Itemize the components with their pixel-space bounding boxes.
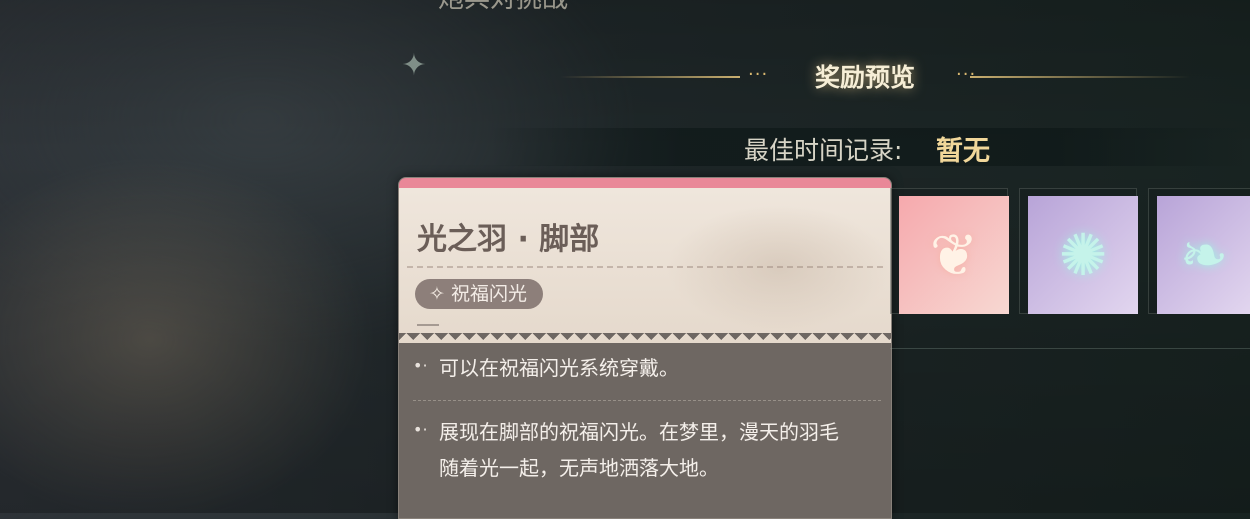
zigzag-edge [399, 333, 891, 343]
item-description-3: 随着光一起，无声地洒落大地。 [439, 456, 719, 480]
item-detail-card: 光之羽 · 脚部 ✧ 祝福闪光 •· 可以在祝福闪光系统穿戴。 •· 展现在脚部的… [398, 177, 892, 519]
reward-slot[interactable]: ❧ [1148, 188, 1250, 314]
reward-preview-header: ··· 奖励预览 ··· [560, 58, 1200, 96]
reward-item-feather[interactable]: ❦ [899, 196, 1009, 314]
reward-slot[interactable]: ✺ [1019, 188, 1138, 314]
item-name: 光之羽 · 脚部 [417, 222, 600, 257]
feather-icon: ❦ [929, 221, 979, 289]
item-card-header: 光之羽 · 脚部 ✧ 祝福闪光 [399, 188, 891, 343]
dandelion-icon: ✺ [1058, 221, 1108, 289]
rarity-strip [399, 178, 891, 188]
best-time-record-bar: 最佳时间记录: 暂无 [490, 128, 1250, 167]
star-sparkle-icon: ✦ [401, 48, 427, 83]
page-title-partial: 炮兵对挑战 [438, 0, 568, 15]
header-dots-right: ··· [956, 64, 977, 85]
reward-preview-title: 奖励预览 [814, 63, 915, 92]
header-dots-left: ··· [748, 64, 769, 85]
reward-item-dandelion[interactable]: ✺ [1028, 196, 1138, 314]
description-divider [413, 400, 881, 401]
small-divider [417, 324, 439, 326]
header-dashed-divider [407, 266, 883, 268]
firefly-icon: ❧ [1179, 221, 1229, 289]
bullet-icon: •· [413, 356, 428, 375]
best-time-value: 暂无 [936, 136, 990, 167]
sparkle-icon: ✧ [429, 283, 445, 305]
item-category-label: 祝福闪光 [451, 283, 528, 305]
reward-thumbnail-list: ❦ ✺ ❧ [890, 188, 1250, 318]
thumbnail-baseline [890, 348, 1250, 349]
item-description-1: 可以在祝福闪光系统穿戴。 [439, 356, 679, 380]
best-time-label: 最佳时间记录: [744, 136, 903, 165]
header-divider-right [970, 76, 1190, 78]
bullet-icon: •· [413, 420, 428, 439]
header-divider-left [560, 76, 740, 78]
item-description-2: 展现在脚部的祝福闪光。在梦里，漫天的羽毛 [439, 420, 839, 444]
reward-slot[interactable]: ❦ [890, 188, 1009, 314]
reward-item-firefly[interactable]: ❧ [1157, 196, 1250, 314]
item-category-tag: ✧ 祝福闪光 [415, 279, 544, 309]
